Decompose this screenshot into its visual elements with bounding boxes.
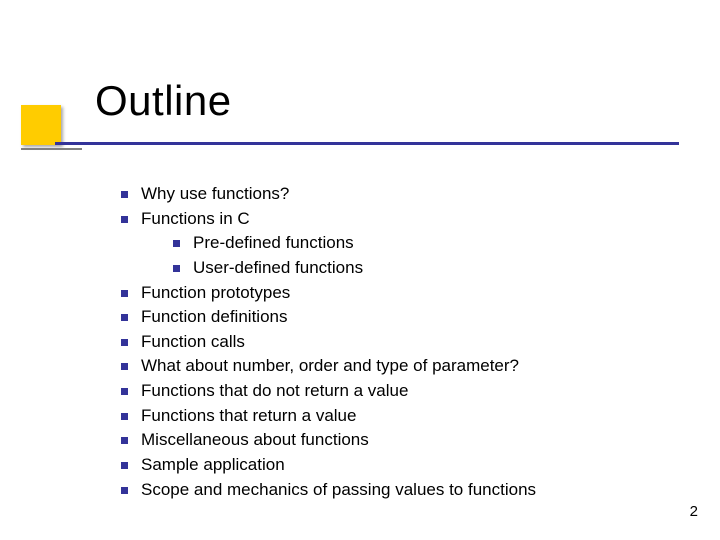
list-item: Scope and mechanics of passing values to… xyxy=(115,478,675,503)
list-item-label: Function calls xyxy=(141,332,245,351)
list-item: Why use functions? xyxy=(115,182,675,207)
list-item-label: Why use functions? xyxy=(141,184,289,203)
list-item: Pre-defined functions xyxy=(167,231,675,256)
bullet-list: Why use functions? Functions in C Pre-de… xyxy=(115,182,675,502)
list-item-label: Functions that return a value xyxy=(141,406,356,425)
horizontal-rule-long xyxy=(55,142,679,145)
slide: Outline Why use functions? Functions in … xyxy=(0,0,720,540)
list-item-label: Function prototypes xyxy=(141,283,290,302)
list-item-label: Function definitions xyxy=(141,307,287,326)
list-item-label: Functions that do not return a value xyxy=(141,381,408,400)
bullet-sublist: Pre-defined functions User-defined funct… xyxy=(141,231,675,280)
accent-box-icon xyxy=(21,105,61,145)
list-item: User-defined functions xyxy=(167,256,675,281)
list-item: Functions that do not return a value xyxy=(115,379,675,404)
list-item: Miscellaneous about functions xyxy=(115,428,675,453)
list-item-label: Sample application xyxy=(141,455,285,474)
list-item: Sample application xyxy=(115,453,675,478)
page-number: 2 xyxy=(690,503,698,520)
list-item-label: Miscellaneous about functions xyxy=(141,430,369,449)
list-item: Function definitions xyxy=(115,305,675,330)
list-item: Functions that return a value xyxy=(115,404,675,429)
list-item: What about number, order and type of par… xyxy=(115,354,675,379)
list-item: Functions in C Pre-defined functions Use… xyxy=(115,207,675,281)
slide-body: Why use functions? Functions in C Pre-de… xyxy=(115,182,675,502)
list-item: Function calls xyxy=(115,330,675,355)
list-item-label: Functions in C xyxy=(141,209,250,228)
list-item-label: What about number, order and type of par… xyxy=(141,356,519,375)
list-item-label: Pre-defined functions xyxy=(193,233,354,252)
list-item: Function prototypes xyxy=(115,281,675,306)
horizontal-rule-short xyxy=(21,148,82,150)
slide-title: Outline xyxy=(95,77,232,125)
list-item-label: User-defined functions xyxy=(193,258,363,277)
list-item-label: Scope and mechanics of passing values to… xyxy=(141,480,536,499)
